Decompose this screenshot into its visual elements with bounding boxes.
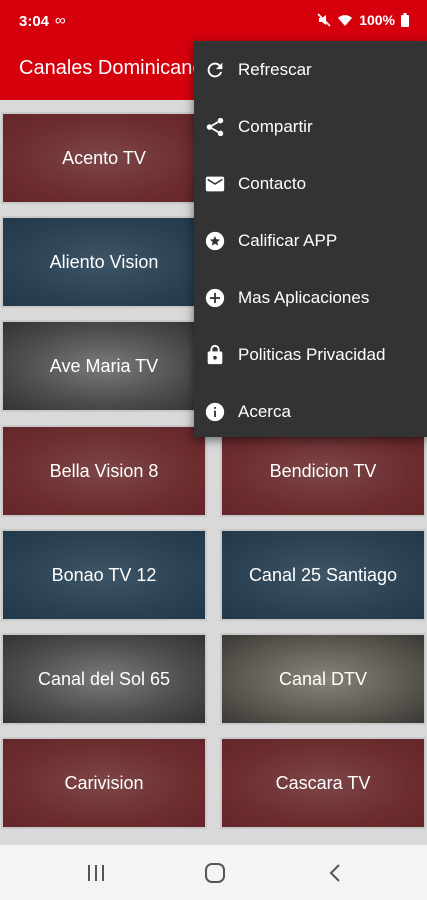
menu-item-refresh[interactable]: Refrescar	[194, 41, 427, 98]
channel-name: Carivision	[64, 772, 144, 793]
menu-label: Mas Aplicaciones	[238, 287, 370, 307]
battery-level: 100%	[359, 12, 395, 28]
status-indicators: 100%	[317, 12, 409, 28]
channel-tile[interactable]: Bella Vision 8	[1, 425, 207, 517]
channel-tile[interactable]: Aliento Vision	[1, 216, 207, 308]
mail-icon	[203, 172, 227, 196]
menu-label: Calificar APP	[238, 230, 338, 250]
channel-tile[interactable]: Canal del Sol 65	[1, 633, 207, 725]
menu-item-contact[interactable]: Contacto	[194, 155, 427, 212]
share-icon	[203, 115, 227, 139]
add-circle-icon	[203, 286, 227, 310]
menu-label: Acerca	[238, 401, 291, 421]
battery-icon	[401, 13, 409, 27]
refresh-icon	[203, 58, 227, 82]
status-time: 3:04	[19, 13, 50, 30]
channel-name: Bonao TV 12	[51, 564, 157, 585]
channel-name: Canal DTV	[278, 668, 368, 689]
channel-tile[interactable]: Cascara TV	[220, 737, 426, 829]
back-button[interactable]	[320, 859, 350, 887]
channel-name: Canal del Sol 65	[37, 668, 171, 689]
channel-name: Bella Vision 8	[49, 460, 159, 481]
channel-tile[interactable]: Canal DTV	[220, 633, 426, 725]
channel-name: Bendicion TV	[269, 460, 377, 481]
home-button[interactable]	[200, 859, 230, 887]
status-bar: 3:04 ∞ 100%	[0, 0, 427, 44]
menu-label: Compartir	[238, 116, 313, 136]
channel-name: Acento TV	[62, 147, 146, 168]
menu-item-about[interactable]: Acerca	[194, 383, 427, 440]
channel-tile[interactable]: Ave Maria TV	[1, 320, 207, 412]
channel-tile[interactable]: Bonao TV 12	[1, 529, 207, 621]
wifi-icon	[337, 13, 353, 27]
channel-tile[interactable]: Canal 25 Santiago	[220, 529, 426, 621]
mute-icon	[317, 13, 331, 27]
menu-item-rate[interactable]: Calificar APP	[194, 212, 427, 269]
star-badge-icon	[203, 229, 227, 253]
channel-name: Ave Maria TV	[49, 355, 159, 376]
channel-name: Canal 25 Santiago	[248, 564, 398, 585]
lock-icon	[203, 343, 227, 367]
channel-name: Aliento Vision	[49, 251, 159, 272]
loop-icon: ∞	[55, 12, 66, 29]
channel-name: Cascara TV	[275, 772, 371, 793]
overflow-menu: Refrescar Compartir Contacto Calificar A…	[194, 41, 427, 437]
menu-label: Contacto	[238, 173, 307, 193]
recent-apps-button[interactable]	[81, 859, 111, 887]
menu-item-share[interactable]: Compartir	[194, 98, 427, 155]
info-icon	[203, 400, 227, 424]
channel-tile[interactable]: Acento TV	[1, 112, 207, 204]
menu-item-privacy[interactable]: Politicas Privacidad	[194, 326, 427, 383]
menu-item-more-apps[interactable]: Mas Aplicaciones	[194, 269, 427, 326]
system-nav-bar	[0, 845, 427, 900]
menu-label: Politicas Privacidad	[238, 344, 386, 364]
menu-label: Refrescar	[238, 59, 312, 79]
app-title: Canales Dominicanos	[19, 57, 214, 79]
channel-tile[interactable]: Carivision	[1, 737, 207, 829]
